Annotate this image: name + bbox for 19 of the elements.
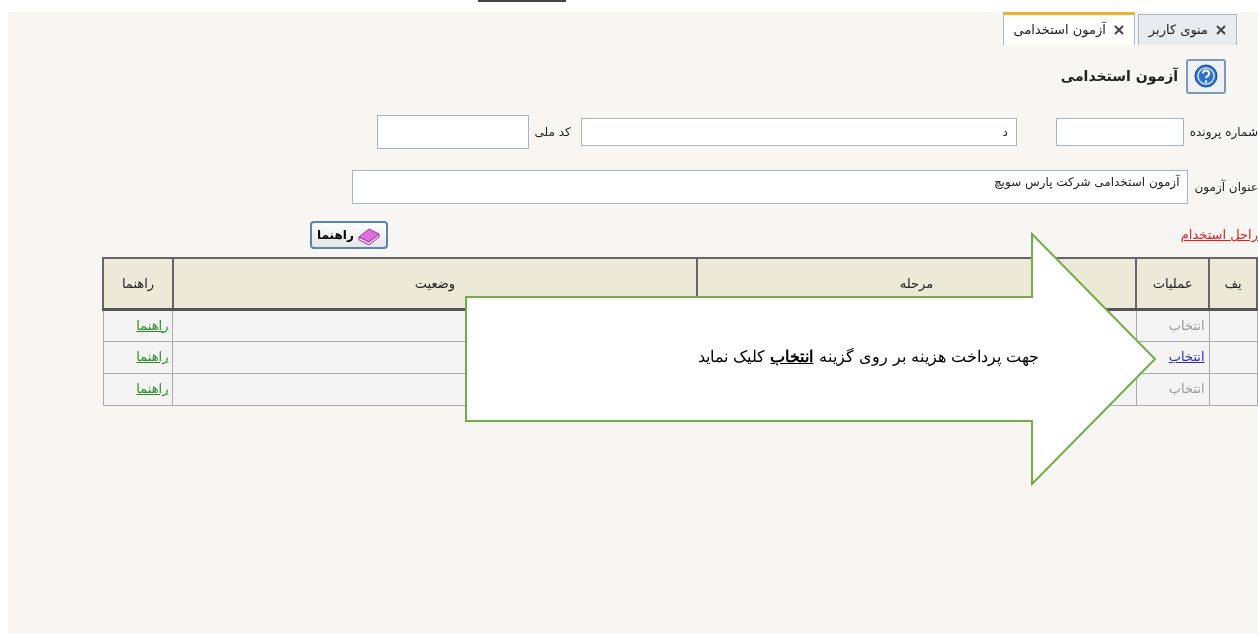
- page-title: آزمون استخدامی: [1060, 66, 1178, 87]
- input-field[interactable]: [376, 115, 529, 149]
- callout-text: جهت پرداخت هزینه بر روی گزینه انتخاب کلیک نماید: [698, 346, 1039, 368]
- field-label: شماره پرونده: [1189, 124, 1258, 141]
- help-button[interactable]: راهنما: [310, 221, 388, 249]
- close-icon[interactable]: [1113, 25, 1124, 35]
- field-label: کد ملی: [534, 124, 571, 141]
- input-field[interactable]: د: [580, 118, 1017, 146]
- section-link[interactable]: راحل استخدام: [1180, 225, 1258, 245]
- close-icon[interactable]: [1216, 25, 1226, 35]
- column-header: یف: [1209, 258, 1257, 309]
- help-icon[interactable]: [1186, 58, 1226, 94]
- column-header: عملیات: [1136, 258, 1210, 309]
- tab[interactable]: منوی کاربر: [1137, 14, 1237, 45]
- tab[interactable]: آزمون استخدامی: [1002, 12, 1135, 45]
- input-field[interactable]: [1055, 118, 1184, 146]
- field-label: عنوان آزمون: [1194, 178, 1258, 196]
- input-field[interactable]: آزمون استخدامی شرکت پارس سویچ: [352, 170, 1189, 204]
- column-header: راهنما: [103, 258, 173, 309]
